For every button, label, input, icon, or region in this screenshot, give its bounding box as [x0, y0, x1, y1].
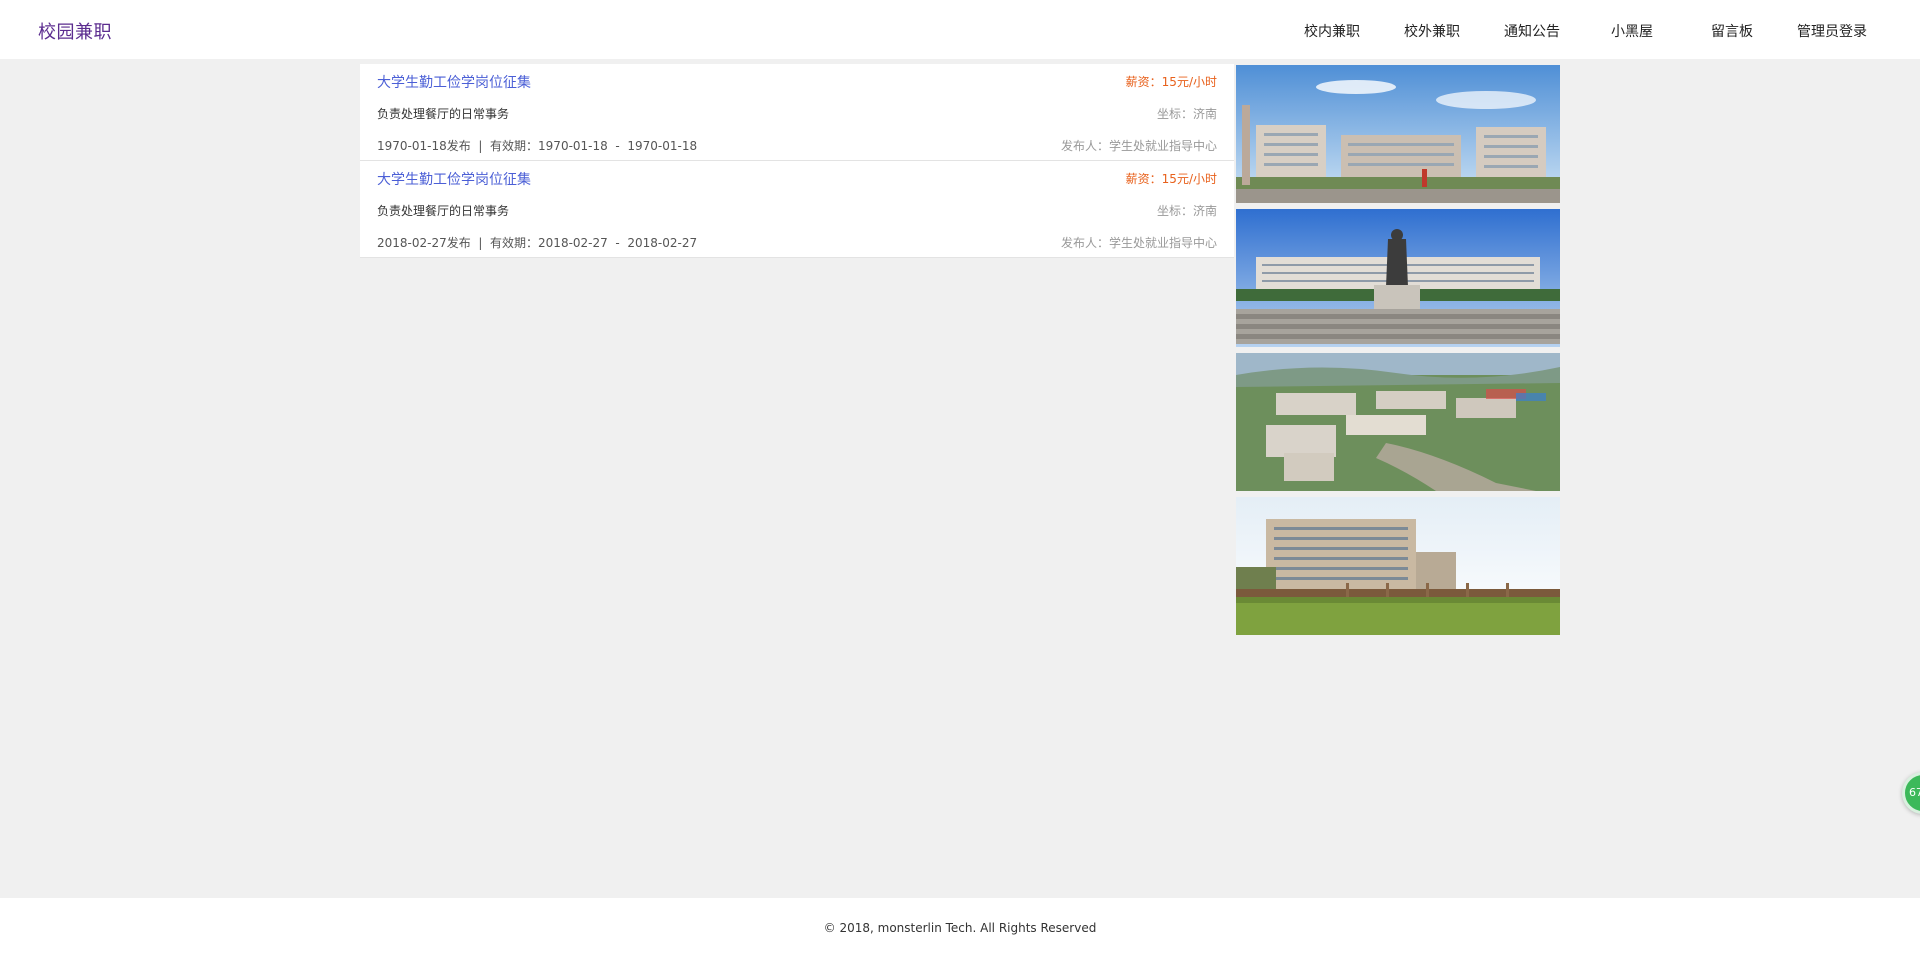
- job-salary: 薪资：15元/小时: [1125, 75, 1217, 89]
- nav-message-board[interactable]: 留言板: [1711, 21, 1753, 41]
- job-location: 坐标：济南: [1156, 204, 1217, 218]
- job-location: 坐标：济南: [1156, 107, 1217, 121]
- footer: © 2018, monsterlin Tech. All Rights Rese…: [0, 898, 1920, 956]
- nav-oncampus-jobs[interactable]: 校内兼职: [1304, 21, 1360, 41]
- footer-copyright: © 2018, monsterlin Tech. All Rights Rese…: [823, 921, 1097, 935]
- job-title-link[interactable]: 大学生勤工俭学岗位征集: [377, 72, 531, 92]
- job-dates: 2018-02-27发布 | 有效期：2018-02-27 - 2018-02-…: [377, 236, 698, 250]
- floating-counter-badge[interactable]: 67: [1902, 772, 1920, 814]
- nav-admin-login[interactable]: 管理员登录: [1797, 21, 1867, 41]
- top-navbar: 校园兼职 校内兼职 校外兼职 通知公告 小黑屋 留言板 管理员登录: [0, 0, 1920, 59]
- job-card: 大学生勤工俭学岗位征集 薪资：15元/小时 负责处理餐厅的日常事务 坐标：济南 …: [360, 64, 1234, 161]
- job-title-link[interactable]: 大学生勤工俭学岗位征集: [377, 169, 531, 189]
- job-publisher: 发布人：学生处就业指导中心: [1060, 236, 1217, 250]
- nav-announcements[interactable]: 通知公告: [1504, 21, 1560, 41]
- campus-gate-photo: [1236, 65, 1560, 203]
- campus-aerial-photo: [1236, 353, 1560, 491]
- campus-building-lawn-photo: [1236, 497, 1560, 635]
- job-list: 大学生勤工俭学岗位征集 薪资：15元/小时 负责处理餐厅的日常事务 坐标：济南 …: [360, 64, 1234, 258]
- nav-blacklist[interactable]: 小黑屋: [1611, 21, 1653, 41]
- job-salary: 薪资：15元/小时: [1125, 172, 1217, 186]
- job-description: 负责处理餐厅的日常事务: [377, 107, 510, 121]
- job-dates: 1970-01-18发布 | 有效期：1970-01-18 - 1970-01-…: [377, 139, 698, 153]
- job-publisher: 发布人：学生处就业指导中心: [1060, 139, 1217, 153]
- main-nav: 校内兼职 校外兼职 通知公告 小黑屋 留言板 管理员登录: [0, 21, 1920, 41]
- job-card: 大学生勤工俭学岗位征集 薪资：15元/小时 负责处理餐厅的日常事务 坐标：济南 …: [360, 161, 1234, 258]
- job-description: 负责处理餐厅的日常事务: [377, 204, 510, 218]
- campus-statue-plaza-photo: [1236, 209, 1560, 347]
- nav-offcampus-jobs[interactable]: 校外兼职: [1404, 21, 1460, 41]
